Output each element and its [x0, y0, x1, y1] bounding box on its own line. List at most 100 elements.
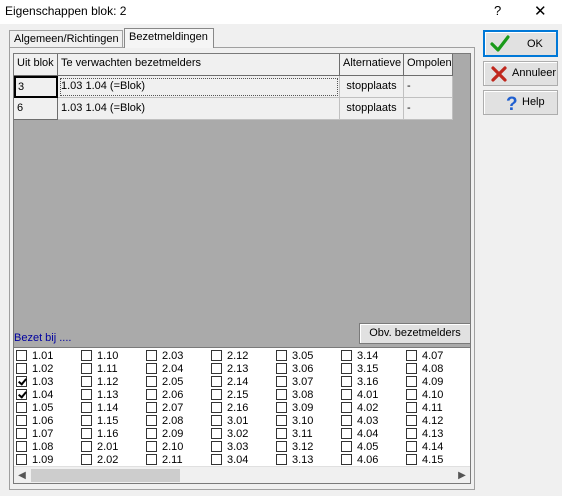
checklist-item[interactable]: 2.08	[144, 415, 209, 428]
checklist-item[interactable]: 2.10	[144, 441, 209, 454]
checkbox[interactable]	[341, 363, 352, 374]
checklist-item[interactable]: 1.11	[79, 363, 144, 376]
checkbox[interactable]	[276, 454, 287, 465]
checklist-item[interactable]: 2.09	[144, 428, 209, 441]
checkbox[interactable]	[16, 363, 27, 374]
ok-button[interactable]: OK	[483, 30, 558, 57]
title-help-button[interactable]: ?	[494, 3, 501, 18]
checklist-item[interactable]: 3.05	[274, 350, 339, 363]
checklist-item[interactable]: 4.08	[404, 363, 469, 376]
close-button[interactable]: ✕	[534, 2, 547, 20]
checkbox[interactable]	[81, 363, 92, 374]
checkbox[interactable]	[81, 402, 92, 413]
checkbox[interactable]	[146, 441, 157, 452]
checklist-item[interactable]: 3.08	[274, 389, 339, 402]
checklist-item[interactable]: 4.04	[339, 428, 404, 441]
tab-algemeen[interactable]: Algemeen/Richtingen	[9, 30, 123, 48]
checkbox[interactable]	[406, 350, 417, 361]
checkbox[interactable]	[81, 389, 92, 400]
checkbox[interactable]	[211, 415, 222, 426]
scroll-right-icon[interactable]: ▶	[454, 468, 470, 483]
bezetmelder-checklist[interactable]: 4.07 4.08 4.09 4.10 4.11 4.12 4.13 4.14 4.15 3.14…	[13, 347, 471, 484]
checklist-item[interactable]: 1.07	[14, 428, 79, 441]
checkbox[interactable]	[211, 402, 222, 413]
checklist-item[interactable]: 2.01	[79, 441, 144, 454]
checklist-item[interactable]: 4.05	[339, 441, 404, 454]
checklist-item[interactable]: 3.06	[274, 363, 339, 376]
checkbox[interactable]	[211, 363, 222, 374]
checkbox[interactable]	[16, 454, 27, 465]
obv-bezetmelders-button[interactable]: Obv. bezetmelders	[359, 323, 471, 344]
checkbox[interactable]	[81, 441, 92, 452]
checkbox[interactable]	[211, 389, 222, 400]
checkbox[interactable]	[406, 376, 417, 387]
checkbox[interactable]	[341, 389, 352, 400]
grid-row1-bezetmelders[interactable]: 1.03 1.04 (=Blok)	[58, 76, 340, 98]
horizontal-scrollbar[interactable]: ◀ ▶	[14, 466, 470, 483]
checklist-item[interactable]: 1.03	[14, 376, 79, 389]
checklist-item[interactable]: 1.05	[14, 402, 79, 415]
checkbox[interactable]	[276, 402, 287, 413]
checklist-item[interactable]: 1.10	[79, 350, 144, 363]
checkbox[interactable]	[341, 376, 352, 387]
checklist-item[interactable]: 4.12	[404, 415, 469, 428]
checkbox[interactable]	[16, 441, 27, 452]
checklist-item[interactable]: 3.03	[209, 441, 274, 454]
checkbox[interactable]	[16, 415, 27, 426]
checklist-item[interactable]: 1.14	[79, 402, 144, 415]
checklist-item[interactable]: 2.13	[209, 363, 274, 376]
checklist-item[interactable]: 3.14	[339, 350, 404, 363]
checklist-item[interactable]: 1.15	[79, 415, 144, 428]
checkbox[interactable]	[406, 402, 417, 413]
checkbox[interactable]	[81, 428, 92, 439]
checklist-item[interactable]: 2.16	[209, 402, 274, 415]
checklist-item[interactable]: 4.02	[339, 402, 404, 415]
checkbox[interactable]	[341, 454, 352, 465]
grid-row2-bezetmelders[interactable]: 1.03 1.04 (=Blok)	[58, 98, 340, 120]
checklist-item[interactable]: 2.05	[144, 376, 209, 389]
checkbox[interactable]	[81, 376, 92, 387]
checkbox[interactable]	[146, 454, 157, 465]
checkbox[interactable]	[146, 376, 157, 387]
checklist-item[interactable]: 1.01	[14, 350, 79, 363]
checklist-item[interactable]: 1.06	[14, 415, 79, 428]
scroll-left-icon[interactable]: ◀	[14, 468, 30, 483]
checklist-item[interactable]: 1.08	[14, 441, 79, 454]
checkbox[interactable]	[406, 415, 417, 426]
checklist-item[interactable]: 1.02	[14, 363, 79, 376]
checklist-item[interactable]: 2.04	[144, 363, 209, 376]
checklist-item[interactable]: 1.04	[14, 389, 79, 402]
checkbox[interactable]	[211, 428, 222, 439]
checklist-item[interactable]: 3.02	[209, 428, 274, 441]
checklist-item[interactable]: 2.14	[209, 376, 274, 389]
checklist-item[interactable]: 3.12	[274, 441, 339, 454]
checkbox[interactable]	[276, 441, 287, 452]
checkbox[interactable]	[276, 350, 287, 361]
checkbox[interactable]	[81, 350, 92, 361]
tab-bezetmeldingen[interactable]: Bezetmeldingen	[124, 28, 214, 48]
checkbox[interactable]	[16, 389, 27, 400]
help-button[interactable]: ? Help	[483, 90, 558, 115]
checklist-item[interactable]: 2.03	[144, 350, 209, 363]
checkbox[interactable]	[16, 428, 27, 439]
checkbox[interactable]	[341, 415, 352, 426]
checkbox[interactable]	[16, 350, 27, 361]
checkbox[interactable]	[406, 441, 417, 452]
annuleer-button[interactable]: Annuleer	[483, 61, 558, 86]
checkbox[interactable]	[81, 454, 92, 465]
checkbox[interactable]	[276, 428, 287, 439]
checkbox[interactable]	[406, 363, 417, 374]
checklist-item[interactable]: 3.16	[339, 376, 404, 389]
checklist-item[interactable]: 2.15	[209, 389, 274, 402]
checklist-item[interactable]: 3.11	[274, 428, 339, 441]
checkbox[interactable]	[341, 441, 352, 452]
checklist-item[interactable]: 1.13	[79, 389, 144, 402]
checklist-item[interactable]: 4.10	[404, 389, 469, 402]
checklist-item[interactable]: 2.12	[209, 350, 274, 363]
checklist-item[interactable]: 4.14	[404, 441, 469, 454]
checklist-item[interactable]: 3.09	[274, 402, 339, 415]
checklist-item[interactable]: 3.07	[274, 376, 339, 389]
grid-row2-uit-blok[interactable]: 6	[14, 98, 58, 120]
checkbox[interactable]	[341, 428, 352, 439]
checkbox[interactable]	[276, 376, 287, 387]
